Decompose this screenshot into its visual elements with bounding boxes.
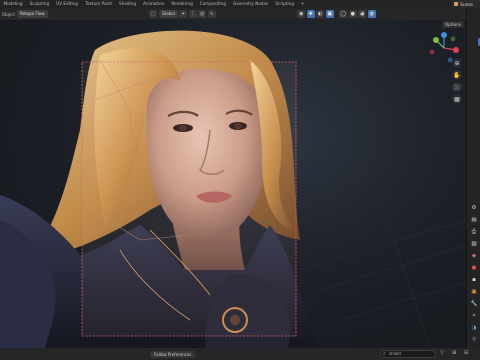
properties-tab-strip: ⚙ ▤ ⎙ ▧ ◆ ● ▪ ▣ 🔧 ✦ ◑ ⚲ [466,8,480,348]
rendered-shading-icon[interactable]: ◍ [367,10,376,18]
tab-uv-editing[interactable]: UV Editing [53,0,82,8]
retopo-flow-dropdown[interactable]: Retopo Flow [17,10,48,18]
wireframe-shading-icon[interactable]: ◯ [339,10,348,18]
zoom-icon[interactable]: ⊕ [452,58,462,68]
material-shading-icon[interactable]: ◕ [358,10,367,18]
tool-icon[interactable]: ⚙ [470,204,478,212]
3d-viewport[interactable]: Options ⊕ ✋ 🎥 ▦ [0,20,466,348]
tab-scripting[interactable]: Scripting [272,0,298,8]
floor-grid [299,199,466,348]
visibility-icon[interactable]: ◉ [297,10,306,18]
filter-icon[interactable]: ▽ [440,350,448,358]
perspective-toggle-icon[interactable]: ▦ [452,94,462,104]
camera-view-icon[interactable]: 🎥 [452,82,462,92]
options-button[interactable]: Options [441,21,464,28]
search-input[interactable]: ⌕ shield [380,350,436,358]
tab-modeling[interactable]: Modeling [0,0,26,8]
character-render [0,30,466,348]
status-bar: Follow Preferences ⌕ shield ▽ ⊞ ⊟ [0,348,480,360]
snap-target-icon[interactable]: ⋮ [188,10,197,18]
tab-animation[interactable]: Animation [140,0,168,8]
render-icon[interactable]: ▤ [470,216,478,224]
pan-hand-icon[interactable]: ✋ [452,70,462,80]
gizmo-toggle-icon[interactable]: ✥ [306,10,315,18]
follow-preferences-dropdown[interactable]: Follow Preferences [150,350,196,358]
modifier-icon[interactable]: 🔧 [470,300,478,308]
add-workspace-button[interactable]: + [297,1,307,7]
world-icon[interactable]: ● [470,264,478,272]
tab-compositing[interactable]: Compositing [196,0,229,8]
constraints-icon[interactable]: ⚲ [470,336,478,344]
particles-icon[interactable]: ✦ [470,312,478,320]
snap-icon[interactable]: ⌖ [179,10,188,18]
search-value: shield [389,351,401,356]
proportional-edit-icon[interactable]: ◎ [198,10,207,18]
camera-frame [81,61,297,337]
tab-sculpting[interactable]: Sculpting [26,0,53,8]
tab-texture-paint[interactable]: Texture Paint [81,0,115,8]
scene-label: Scene [460,1,473,7]
delete-item-icon[interactable]: ⊟ [464,350,472,358]
mode-label[interactable]: Object [2,12,15,17]
output-icon[interactable]: ⎙ [470,228,478,236]
new-item-icon[interactable]: ⊞ [452,350,460,358]
object-icon[interactable]: ▣ [470,288,478,296]
scene-selector[interactable]: Scene [452,0,480,8]
transform-pivot-icon[interactable]: ⬚ [149,10,157,18]
tab-shading[interactable]: Shading [116,0,140,8]
tab-rendering[interactable]: Rendering [168,0,196,8]
search-icon: ⌕ [383,351,386,357]
physics-icon[interactable]: ◑ [470,324,478,332]
view-layer-icon[interactable]: ▧ [470,240,478,248]
tab-geometry-nodes[interactable]: Geometry Nodes [230,0,272,8]
collection-icon[interactable]: ▪ [470,276,478,284]
scene-icon [454,2,458,6]
solid-shading-icon[interactable]: ● [348,10,357,18]
viewport-header: Object Retopo Flow ⬚ Global ⌖ ⋮ ◎ ∿ ◉ ✥ … [0,8,466,20]
xray-icon[interactable]: ▣ [325,10,334,18]
overlays-icon[interactable]: ◐ [316,10,325,18]
proportional-falloff-icon[interactable]: ∿ [207,10,216,18]
workspace-tab-bar: Modeling Sculpting UV Editing Texture Pa… [0,0,480,8]
orientation-dropdown[interactable]: Global [159,10,178,18]
scene-props-icon[interactable]: ◆ [470,252,478,260]
